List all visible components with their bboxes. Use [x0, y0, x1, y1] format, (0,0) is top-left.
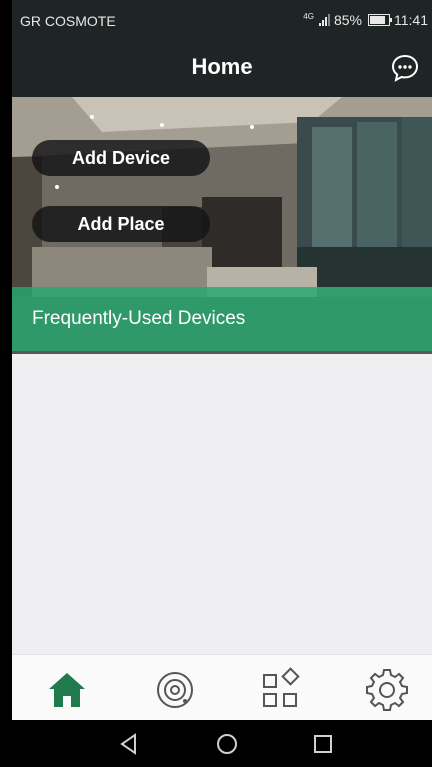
title-bar: Home — [12, 40, 432, 97]
chat-bubble-icon[interactable] — [390, 53, 420, 83]
nav-camera[interactable] — [152, 667, 198, 713]
signal-icon — [318, 14, 330, 26]
recents-icon[interactable] — [310, 731, 336, 757]
battery-icon — [368, 14, 392, 26]
home-icon — [49, 673, 85, 707]
home-circle-icon[interactable] — [214, 731, 240, 757]
status-icons: 4G 85% 11:41 — [303, 11, 428, 29]
camera-icon — [157, 672, 193, 708]
frequently-used-devices-header: Frequently-Used Devices — [12, 287, 432, 351]
back-icon[interactable] — [116, 731, 142, 757]
app-frame: GR COSMOTE 4G 85% 11:41 Home Add Device … — [12, 0, 432, 767]
bottom-navigation — [12, 654, 432, 721]
nav-settings[interactable] — [364, 667, 410, 713]
settings-icon — [366, 669, 408, 711]
clock: 11:41 — [394, 12, 428, 28]
nav-home[interactable] — [44, 667, 90, 713]
add-device-button[interactable]: Add Device — [32, 140, 210, 176]
network-type: 4G — [303, 11, 314, 21]
devices-list-area — [12, 354, 432, 654]
carrier-name: GR COSMOTE — [20, 13, 116, 29]
system-navigation-bar — [12, 720, 432, 767]
battery-percent: 85% — [333, 12, 362, 28]
status-bar: GR COSMOTE 4G 85% 11:41 — [12, 0, 432, 40]
hero-banner: Add Device Add Place Frequently-Used Dev… — [12, 97, 432, 354]
page-title: Home — [191, 54, 253, 79]
apps-icon — [263, 667, 300, 707]
add-place-button[interactable]: Add Place — [32, 206, 210, 242]
nav-apps[interactable] — [257, 667, 303, 713]
